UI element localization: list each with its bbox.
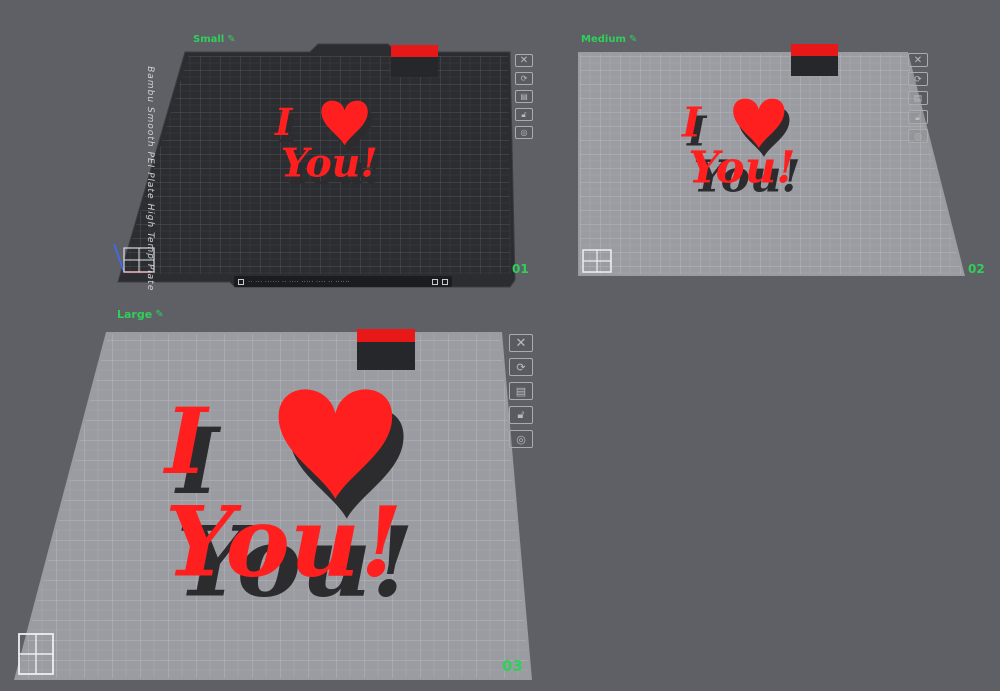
auto-orient-icon[interactable]: ⟳ bbox=[908, 72, 928, 86]
auto-orient-icon[interactable]: ⟳ bbox=[515, 72, 533, 85]
square-icon bbox=[442, 278, 448, 285]
svg-text:I: I bbox=[681, 98, 703, 146]
settings-icon[interactable]: ◎ bbox=[509, 430, 533, 448]
bed-info-text: ·· ··· ······ ·· ···· ····· ···· ·· ····… bbox=[248, 278, 351, 285]
svg-text:You!: You! bbox=[688, 142, 795, 193]
arrange-icon[interactable]: ▤ bbox=[908, 91, 928, 105]
close-icon[interactable]: ✕ bbox=[908, 53, 928, 67]
arrange-icon[interactable]: ▤ bbox=[509, 382, 533, 400]
arrange-icon[interactable]: ▤ bbox=[515, 90, 533, 103]
plate-toolbar-small: ✕ ⟳ ▤ 🔓︎ ◎ bbox=[515, 54, 533, 139]
lock-icon[interactable]: 🔓︎ bbox=[515, 108, 533, 121]
plate-number-03: 03 bbox=[502, 657, 523, 675]
auto-orient-icon[interactable]: ⟳ bbox=[509, 358, 533, 376]
square-icon bbox=[238, 278, 244, 285]
lock-icon[interactable]: 🔓︎ bbox=[908, 110, 928, 124]
square-icon bbox=[432, 278, 438, 285]
plate-number-02: 02 bbox=[968, 262, 985, 276]
model-i-love-you-small[interactable]: I You! I You! bbox=[274, 100, 382, 194]
model-i-love-you-medium[interactable]: I You! I You! bbox=[681, 98, 801, 202]
plate-toolbar-large: ✕ ⟳ ▤ 🔓︎ ◎ bbox=[509, 334, 533, 448]
settings-icon[interactable]: ◎ bbox=[908, 129, 928, 143]
plate-number-01: 01 bbox=[512, 262, 529, 276]
settings-icon[interactable]: ◎ bbox=[515, 126, 533, 139]
svg-text:I: I bbox=[162, 389, 210, 495]
bed-type-text: Bambu Smooth PEI Plate High Temp Plate bbox=[145, 65, 155, 293]
svg-text:I: I bbox=[274, 100, 294, 144]
plate-toolbar-medium: ✕ ⟳ ▤ 🔓︎ ◎ bbox=[908, 53, 928, 143]
close-icon[interactable]: ✕ bbox=[515, 54, 533, 67]
svg-text:You!: You! bbox=[165, 484, 403, 598]
model-i-love-you-large[interactable]: I You! I You! bbox=[162, 389, 414, 618]
lock-icon[interactable]: 🔓︎ bbox=[509, 406, 533, 424]
svg-text:You!: You! bbox=[281, 141, 378, 187]
close-icon[interactable]: ✕ bbox=[509, 334, 533, 352]
bed-info-strip: ·· ··· ······ ·· ···· ····· ···· ·· ····… bbox=[234, 276, 452, 287]
